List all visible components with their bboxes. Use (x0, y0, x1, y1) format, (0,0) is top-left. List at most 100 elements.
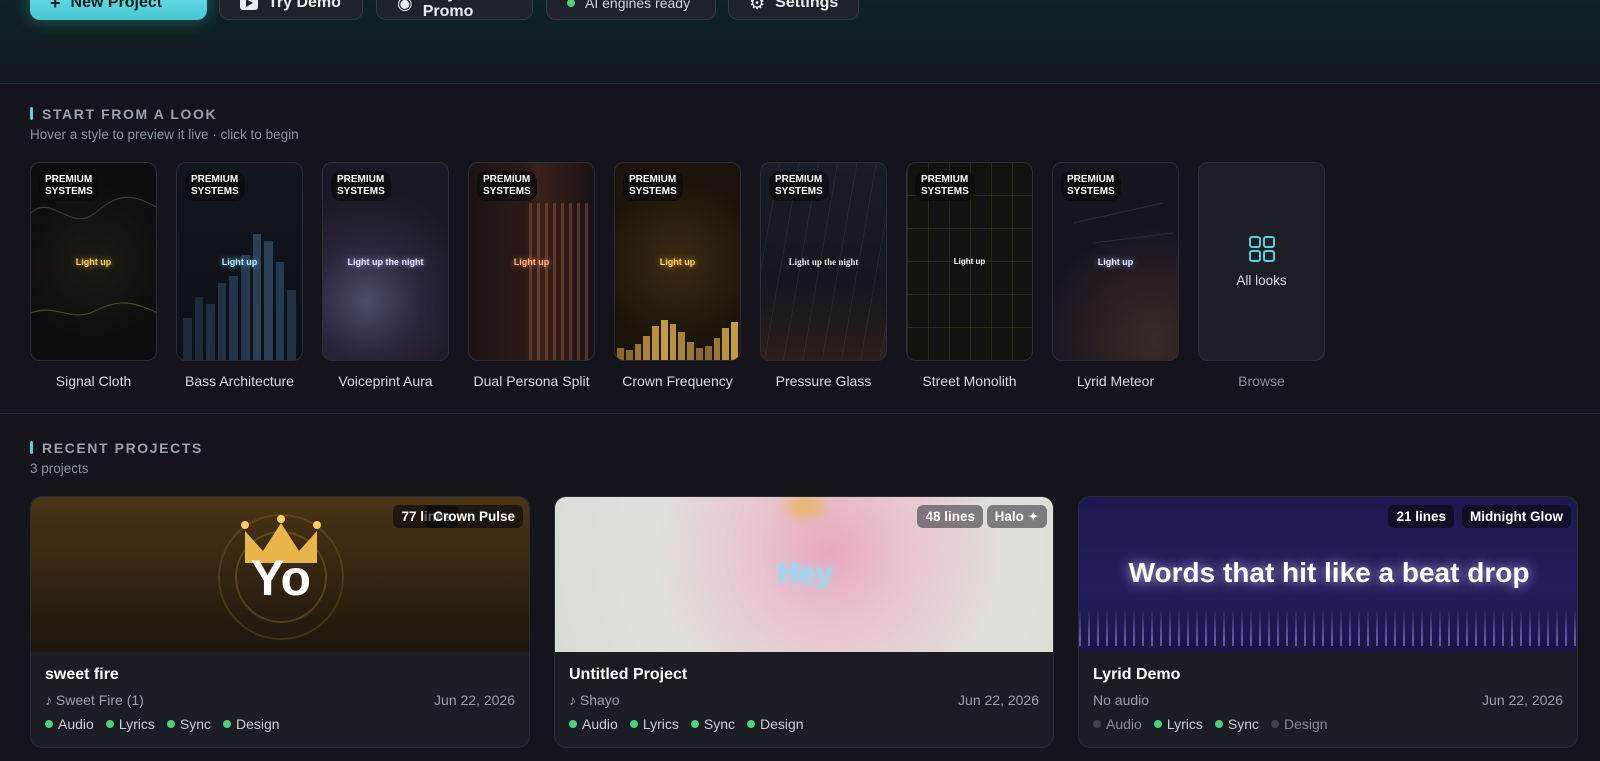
frequency-bars-graphic (615, 320, 740, 360)
look-card-dual-persona-split[interactable]: PREMIUM SYSTEMS Light up Dual Persona Sp… (468, 162, 595, 389)
look-name: Dual Persona Split (473, 373, 590, 389)
progress-steps: Audio Lyrics Sync Design (45, 716, 280, 732)
project-audio: No audio (1093, 692, 1150, 708)
premium-badge: PREMIUM SYSTEMS (331, 171, 391, 201)
step-done-dot (629, 720, 638, 728)
premium-badge: PREMIUM SYSTEMS (477, 171, 537, 201)
step-label: Lyrics (642, 716, 679, 732)
look-card-lyrid-meteor[interactable]: PREMIUM SYSTEMS Light up Lyrid Meteor (1052, 162, 1179, 389)
look-name: Voiceprint Aura (338, 373, 433, 389)
look-preview: PREMIUM SYSTEMS Light up the night (760, 162, 887, 361)
step-audio: Audio (569, 716, 618, 732)
look-preview-text: Light up the night (788, 257, 859, 267)
look-name: Street Monolith (922, 373, 1017, 389)
look-card-crown-frequency[interactable]: PREMIUM SYSTEMS Light up Crown Frequency (614, 162, 741, 389)
project-title: Lyrid Demo (1093, 666, 1181, 683)
looks-section-title: START FROM A LOOK (30, 106, 217, 122)
look-preview-text: Light up (513, 257, 550, 267)
look-name: Signal Cloth (55, 373, 132, 389)
step-design: Design (222, 716, 280, 732)
step-pending-dot (1093, 720, 1101, 728)
project-card-sweet-fire[interactable]: Yo 77 lines Crown Pulse sweet fire ♪ Swe… (30, 496, 530, 748)
step-done-dot (569, 720, 577, 728)
try-demo-button[interactable]: Try Demo (219, 0, 363, 20)
step-label: Sync (179, 716, 211, 732)
project-date: Jun 22, 2026 (434, 692, 515, 708)
look-card-pressure-glass[interactable]: PREMIUM SYSTEMS Light up the night Press… (760, 162, 887, 389)
look-card-bass-architecture[interactable]: PREMIUM SYSTEMS Light up Bass Architectu… (176, 162, 303, 389)
step-done-dot (222, 720, 231, 728)
step-lyrics: Lyrics (105, 716, 155, 732)
step-lyrics: Lyrics (1153, 716, 1203, 732)
step-label: Audio (1106, 716, 1142, 732)
vinyl-disc-icon: ◉ (397, 0, 413, 13)
engines-status-label: AI engines ready (585, 0, 691, 11)
style-tag: Halo ✦ (986, 505, 1047, 528)
step-label: Design (235, 716, 280, 732)
cover-lyric-text: Hey (777, 557, 833, 590)
vinyl-promo-button[interactable]: ◉ Vinyl Promo (376, 0, 533, 20)
look-name: Pressure Glass (775, 373, 872, 389)
step-audio: Audio (1093, 716, 1142, 732)
step-design: Design (746, 716, 804, 732)
projects-count: 3 projects (30, 461, 89, 476)
step-done-dot (166, 720, 175, 728)
look-preview-text: Light up (953, 257, 986, 266)
settings-label: Settings (775, 0, 839, 11)
step-label: Design (1283, 716, 1328, 732)
project-card-untitled-project[interactable]: Hey 48 lines Halo ✦ Untitled Project ♪ S… (554, 496, 1054, 748)
premium-badge: PREMIUM SYSTEMS (185, 171, 245, 201)
browse-label: Browse (1238, 373, 1285, 389)
look-card-signal-cloth[interactable]: PREMIUM SYSTEMS Light up Signal Cloth (30, 162, 157, 389)
step-label: Audio (58, 716, 94, 732)
section-divider (0, 413, 1600, 414)
look-card-street-monolith[interactable]: PREMIUM SYSTEMS Light up Street Monolith (906, 162, 1033, 389)
step-label: Design (759, 716, 804, 732)
status-dot-icon (567, 0, 575, 7)
step-sync: Sync (1214, 716, 1259, 732)
project-card-lyrid-demo[interactable]: Words that hit like a beat drop 21 lines… (1078, 496, 1578, 748)
all-looks-card[interactable]: All looks Browse (1198, 162, 1325, 389)
premium-badge: PREMIUM SYSTEMS (1061, 171, 1121, 201)
look-preview-text: Light up (75, 257, 112, 267)
look-card-voiceprint-aura[interactable]: PREMIUM SYSTEMS Light up the night Voice… (322, 162, 449, 389)
look-preview: PREMIUM SYSTEMS Light up (176, 162, 303, 361)
music-note-icon: ♪ (569, 692, 576, 708)
look-preview: PREMIUM SYSTEMS Light up (30, 162, 157, 361)
look-preview: PREMIUM SYSTEMS Light up (906, 162, 1033, 361)
step-audio: Audio (45, 716, 94, 732)
look-preview: PREMIUM SYSTEMS Light up (614, 162, 741, 361)
audio-file-name: Shayo (579, 692, 620, 708)
audio-file-name: Sweet Fire (1) (55, 692, 144, 708)
step-sync: Sync (166, 716, 211, 732)
step-done-dot (105, 720, 114, 728)
look-preview: PREMIUM SYSTEMS Light up (1052, 162, 1179, 361)
engines-status-pill: AI engines ready (546, 0, 716, 20)
premium-badge: PREMIUM SYSTEMS (915, 171, 975, 201)
step-done-dot (1214, 720, 1223, 728)
equalizer-dots-graphic (1079, 608, 1577, 646)
look-name: Crown Frequency (622, 373, 733, 389)
plus-icon: + (50, 0, 61, 13)
projects-section-title: RECENT PROJECTS (30, 440, 203, 456)
premium-badge: PREMIUM SYSTEMS (39, 171, 99, 201)
settings-button[interactable]: ⚙ Settings (728, 0, 859, 20)
look-preview: PREMIUM SYSTEMS Light up the night (322, 162, 449, 361)
step-done-dot (1153, 720, 1162, 728)
step-label: Lyrics (1166, 716, 1203, 732)
look-preview: PREMIUM SYSTEMS Light up (468, 162, 595, 361)
lines-count-tag: 48 lines (917, 505, 983, 528)
all-looks-label: All looks (1236, 273, 1287, 288)
stripes-graphic (529, 203, 589, 360)
step-design: Design (1270, 716, 1328, 732)
step-sync: Sync (690, 716, 735, 732)
new-project-button[interactable]: + New Project (30, 0, 207, 20)
gear-icon: ⚙ (749, 0, 766, 13)
vinyl-promo-label: Vinyl Promo (422, 0, 474, 20)
premium-badge: PREMIUM SYSTEMS (769, 171, 829, 201)
lines-count-tag: 21 lines (1388, 505, 1454, 528)
cover-lyric-text: Words that hit like a beat drop (1128, 557, 1530, 588)
step-done-dot (690, 720, 699, 728)
new-project-label: New Project (70, 0, 163, 11)
step-lyrics: Lyrics (629, 716, 679, 732)
